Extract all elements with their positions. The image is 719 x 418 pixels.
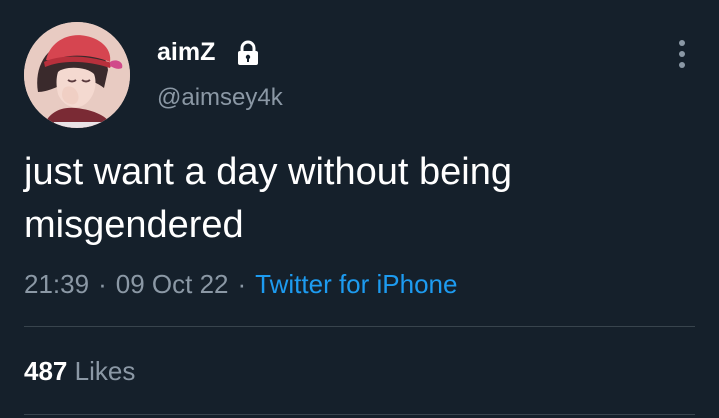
avatar[interactable] — [24, 22, 130, 128]
meta-separator: · — [98, 269, 107, 299]
tweet-time[interactable]: 21:39 — [24, 269, 89, 299]
author-display-name[interactable]: aimZ — [157, 37, 215, 67]
lock-icon — [238, 40, 258, 65]
meta-separator: · — [237, 269, 247, 299]
divider — [24, 326, 695, 327]
avatar-illustration-icon — [24, 22, 130, 128]
author-handle[interactable]: @aimsey4k — [157, 83, 283, 113]
likes-label: Likes — [74, 356, 136, 386]
likes-count: 487 — [24, 356, 68, 386]
tweet-meta: 21:39 · 09 Oct 22 · Twitter for iPhone — [24, 267, 457, 301]
more-vertical-icon[interactable] — [670, 36, 694, 72]
tweet-date[interactable]: 09 Oct 22 — [116, 269, 229, 299]
tweet-text: just want a day without being misgendere… — [24, 151, 512, 246]
likes-stat[interactable]: 487 Likes — [24, 354, 135, 388]
tweet-source-link[interactable]: Twitter for iPhone — [255, 269, 457, 299]
divider — [24, 414, 695, 415]
